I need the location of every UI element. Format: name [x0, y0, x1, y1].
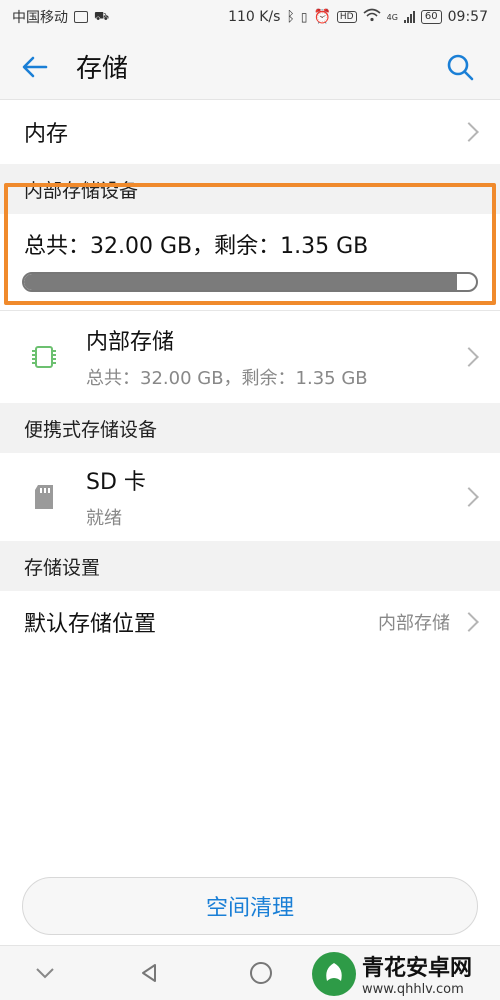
collapse-nav-button[interactable]	[0, 946, 90, 1000]
default-location-row[interactable]: 默认存储位置 内部存储	[0, 591, 500, 653]
network-speed: 110 K/s	[228, 9, 281, 25]
watermark-url: www.qhhlv.com	[362, 982, 464, 997]
vibrate-icon: ▯	[300, 10, 308, 24]
search-button[interactable]	[440, 47, 480, 87]
internal-storage-detail: 总共：32.00 GB，剩余：1.35 GB	[86, 368, 368, 389]
page-title: 存储	[76, 54, 129, 84]
default-location-label: 默认存储位置	[24, 612, 157, 637]
chevron-right-icon	[459, 347, 479, 367]
alarm-icon: ⏰	[313, 9, 331, 25]
back-button[interactable]	[20, 47, 60, 87]
chevron-right-icon	[459, 122, 479, 142]
memory-row[interactable]: 内存	[0, 100, 500, 164]
watermark: 青花安卓网 www.qhhlv.com	[312, 950, 472, 997]
chevron-right-icon	[459, 612, 479, 632]
arrow-left-icon	[22, 56, 48, 77]
watermark-name: 青花安卓网	[362, 956, 473, 981]
internal-storage-title: 内部存储	[86, 330, 175, 355]
signal-icon	[403, 11, 415, 23]
wifi-icon	[363, 8, 381, 26]
sd-card-status: 就绪	[86, 508, 122, 529]
section-settings-title: 存储设置	[24, 556, 101, 579]
memory-label: 内存	[24, 122, 69, 147]
network-type: 4G	[386, 12, 398, 22]
sd-card-title: SD 卡	[86, 470, 146, 495]
default-location-value: 内部存储	[378, 613, 450, 634]
section-settings-header: 存储设置	[0, 541, 500, 591]
battery-icon: 60	[420, 10, 442, 24]
carrier-label: 中国移动	[12, 10, 68, 26]
space-clean-button[interactable]: 空间清理	[22, 877, 478, 935]
circle-home-icon	[250, 962, 272, 984]
internal-storage-item[interactable]: 内部存储 总共：32.00 GB，剩余：1.35 GB	[0, 311, 500, 403]
app-header: 存储	[0, 34, 500, 100]
chevron-right-icon	[459, 487, 479, 507]
triangle-back-icon	[142, 964, 156, 982]
sd-card-icon	[24, 477, 64, 517]
section-portable-header: 便携式存储设备	[0, 403, 500, 453]
nav-home-button[interactable]	[216, 946, 306, 1000]
chevron-down-icon	[36, 968, 54, 979]
chip-icon	[24, 337, 64, 377]
search-icon	[447, 54, 474, 80]
highlight-box	[4, 183, 496, 305]
bluetooth-icon: ᛒ	[286, 9, 295, 25]
hd-icon: HD	[336, 11, 357, 23]
sd-card-item[interactable]: SD 卡 就绪	[0, 453, 500, 541]
watermark-logo-icon	[312, 951, 356, 996]
clock: 09:57	[447, 9, 488, 25]
section-portable-title: 便携式存储设备	[24, 418, 158, 441]
truck-icon: ⛟	[94, 9, 110, 23]
status-bar: 中国移动 ⛟ 110 K/s ᛒ ▯ ⏰ HD 4G 60 09:57	[0, 0, 500, 34]
activity-icon	[74, 11, 88, 23]
nav-back-button[interactable]	[104, 946, 194, 1000]
